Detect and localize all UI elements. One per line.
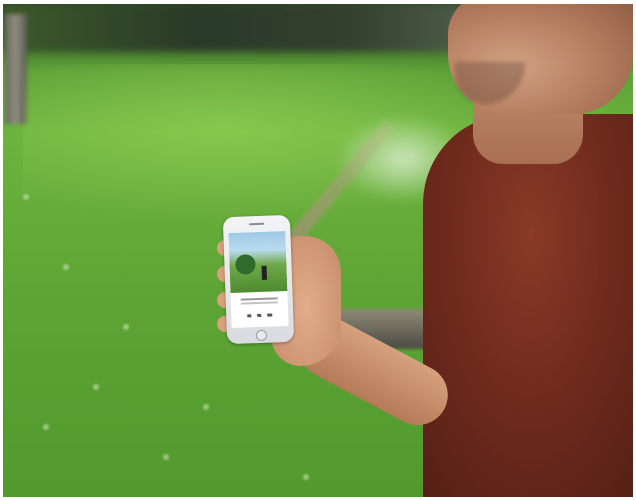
screen-sprinkler: [261, 265, 268, 280]
screen-controls: [247, 313, 273, 318]
photo: [3, 4, 633, 497]
home-button: [255, 329, 268, 342]
smartphone: [222, 214, 295, 345]
phone-screen: [228, 231, 289, 328]
man-shirt: [423, 114, 633, 497]
phone-speaker: [249, 222, 265, 226]
screen-text-lines: [240, 297, 278, 301]
